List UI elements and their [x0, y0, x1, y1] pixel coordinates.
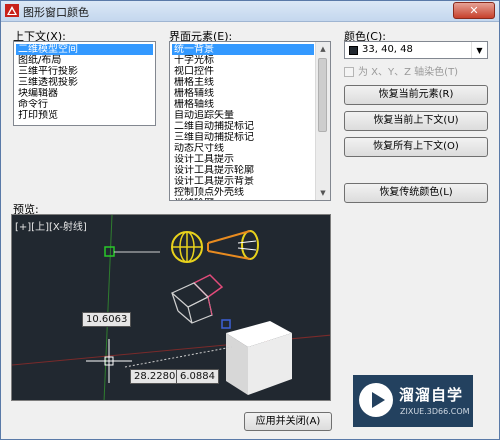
- interface-list-item[interactable]: 控制顶点外壳线: [172, 187, 314, 198]
- context-list-item[interactable]: 图纸/布局: [16, 55, 153, 66]
- dynamic-dim-input: 28.2280: [130, 369, 180, 384]
- dialog-window: 图形窗口颜色 ✕ 上下文(X): 二维模型空间 图纸/布局 三维平行投影 三维透视投影…: [0, 0, 500, 440]
- play-logo-icon: [359, 383, 393, 417]
- box-solid: [226, 321, 292, 395]
- scroll-up-icon[interactable]: ▲: [316, 42, 330, 56]
- camera-icon: [170, 274, 224, 324]
- interface-list-item[interactable]: 栅格辅线: [172, 88, 314, 99]
- context-list-item[interactable]: 二维模型空间: [16, 44, 153, 55]
- y-axis-line: [103, 215, 113, 400]
- color-dropdown[interactable]: 33, 40, 48 ▼: [344, 41, 488, 59]
- tint-axes-checkbox-row[interactable]: 为 X、Y、Z 轴染色(T): [344, 63, 458, 78]
- dynamic-dim-input: 10.6063: [82, 312, 132, 327]
- interface-list-item[interactable]: 统一背景: [172, 44, 314, 55]
- context-list-item[interactable]: 块编辑器: [16, 88, 153, 99]
- interface-list-item[interactable]: 设计工具提示轮廓: [172, 165, 314, 176]
- dynamic-dim-input: 6.0884: [176, 369, 219, 384]
- restore-current-element-button[interactable]: 恢复当前元素(R): [344, 85, 488, 105]
- interface-element-list[interactable]: 统一背景 十字光标 视口控件 栅格主线 栅格辅线 栅格轴线 自动追踪矢量 二维自动捕捉标记 三维…: [169, 41, 331, 201]
- grid-marker-icon: [104, 246, 115, 257]
- tint-axes-checkbox[interactable]: [344, 67, 354, 77]
- window-title: 图形窗口颜色: [23, 6, 89, 19]
- interface-list-item[interactable]: 二维自动捕捉标记: [172, 121, 314, 132]
- watermark-logo: 溜溜自学 ZIXUE.3D66.COM: [353, 375, 473, 427]
- context-list-item[interactable]: 三维平行投影: [16, 66, 153, 77]
- restore-current-context-button[interactable]: 恢复当前上下文(U): [344, 111, 488, 131]
- interface-list-item[interactable]: 光线轮廓: [172, 198, 314, 200]
- context-list-item[interactable]: 三维透视投影: [16, 77, 153, 88]
- chevron-down-icon[interactable]: ▼: [471, 42, 487, 58]
- apply-and-close-button[interactable]: 应用并关闭(A): [244, 412, 332, 431]
- restore-classic-colors-button[interactable]: 恢复传统颜色(L): [344, 183, 488, 203]
- dimension-line: [124, 346, 233, 368]
- interface-list-item[interactable]: 视口控件: [172, 66, 314, 77]
- viewport-label[interactable]: [+][上][X-射线]: [15, 218, 87, 233]
- scroll-down-icon[interactable]: ▼: [316, 186, 330, 200]
- context-list-item[interactable]: 命令行: [16, 99, 153, 110]
- interface-list-item[interactable]: 栅格主线: [172, 77, 314, 88]
- interface-list-item[interactable]: 设计工具提示背景: [172, 176, 314, 187]
- interface-list-scrollbar[interactable]: ▲ ▼: [315, 42, 330, 200]
- ucs-marker-icon: [221, 319, 231, 329]
- context-list-item[interactable]: 打印预览: [16, 110, 153, 121]
- crosshair-icon: [86, 339, 132, 383]
- scroll-thumb[interactable]: [318, 58, 327, 132]
- interface-list-item[interactable]: 设计工具提示: [172, 154, 314, 165]
- interface-list-item[interactable]: 三维自动捕捉标记: [172, 132, 314, 143]
- color-value: 33, 40, 48: [362, 44, 413, 55]
- restore-all-contexts-button[interactable]: 恢复所有上下文(O): [344, 137, 488, 157]
- interface-list-item[interactable]: 动态尺寸线: [172, 143, 314, 154]
- context-list[interactable]: 二维模型空间 图纸/布局 三维平行投影 三维透视投影 块编辑器 命令行 打印预览: [13, 41, 156, 126]
- color-swatch: [349, 46, 358, 55]
- watermark-subtitle: ZIXUE.3D66.COM: [400, 407, 470, 416]
- point-light-icon: [171, 231, 203, 263]
- preview-viewport: [+][上][X-射线] 10.6063 28.2280 6.0884: [11, 214, 331, 401]
- autocad-logo-icon: [5, 4, 19, 17]
- close-button[interactable]: ✕: [453, 2, 495, 19]
- watermark-title: 溜溜自学: [399, 386, 464, 404]
- title-bar[interactable]: 图形窗口颜色 ✕: [1, 1, 499, 22]
- tint-axes-label: 为 X、Y、Z 轴染色(T): [358, 67, 459, 78]
- interface-list-item[interactable]: 栅格轴线: [172, 99, 314, 110]
- interface-list-item[interactable]: 自动追踪矢量: [172, 110, 314, 121]
- interface-list-item[interactable]: 十字光标: [172, 55, 314, 66]
- spot-light-icon: [207, 230, 259, 260]
